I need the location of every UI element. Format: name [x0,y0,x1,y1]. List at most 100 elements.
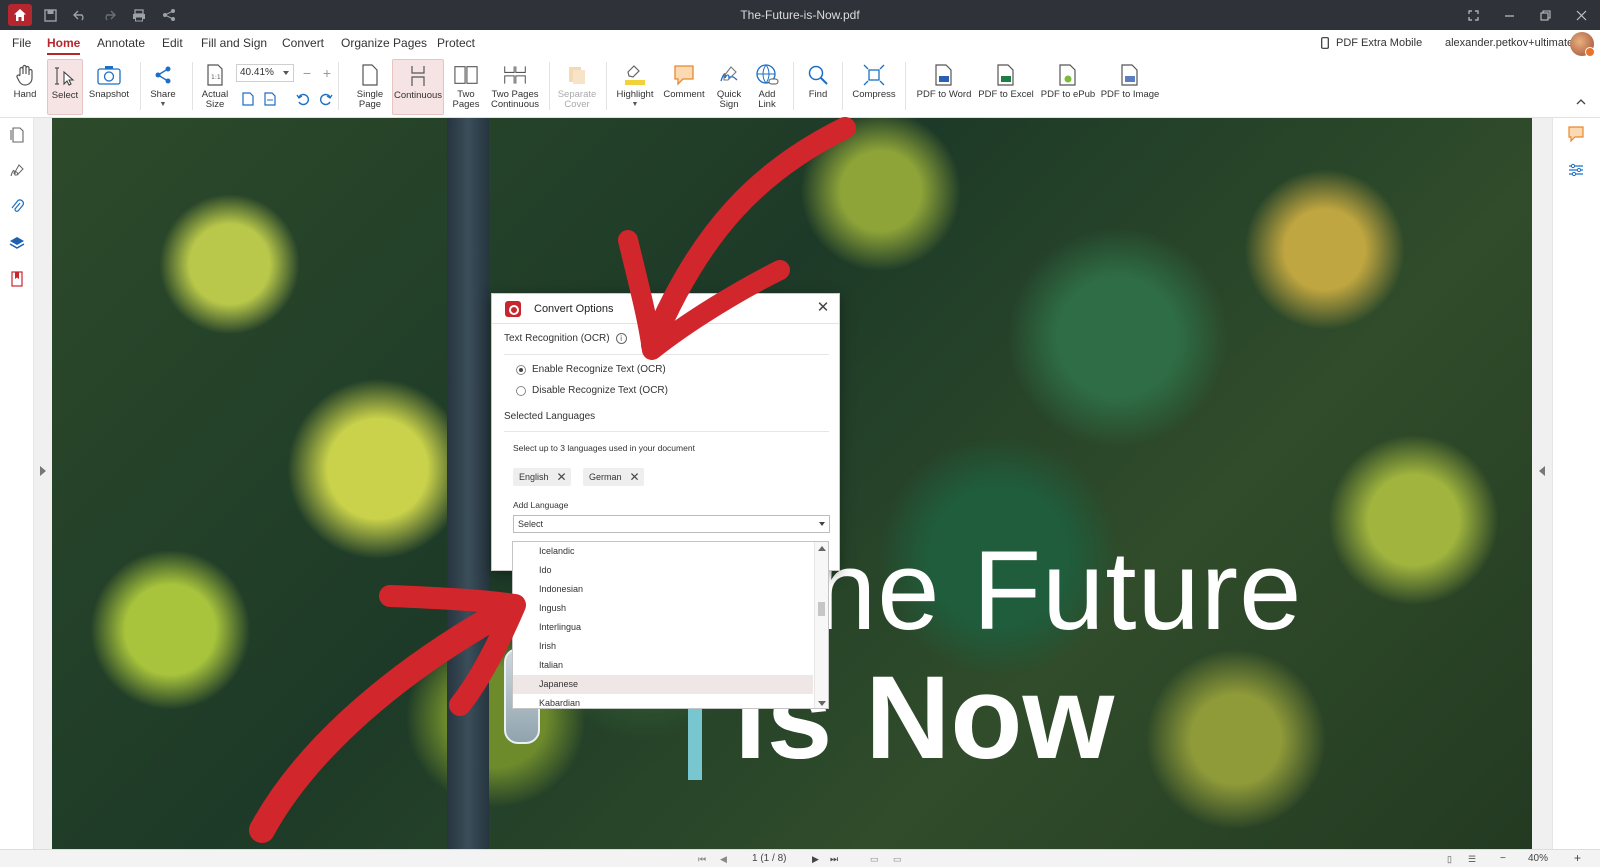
page-view-icon[interactable]: ▭ [870,854,880,864]
left-sidebar [0,118,34,849]
menu-protect[interactable]: Protect [437,36,475,50]
highlight-button[interactable]: Highlight ▼ [614,59,656,115]
separate-cover-icon [565,63,589,87]
disable-ocr-radio[interactable]: Disable Recognize Text (OCR) [516,385,668,396]
list-item[interactable]: Indonesian [513,580,813,599]
compress-icon [862,63,886,87]
list-item[interactable]: Interlingua [513,618,813,637]
languages-hint: Select up to 3 languages used in your do… [513,443,695,453]
list-item[interactable]: Irish [513,637,813,656]
comment-button[interactable]: Comment [662,59,706,115]
separator [549,62,550,110]
zoom-in-icon[interactable]: + [1574,851,1581,865]
add-link-label-2: Link [758,99,776,110]
list-item[interactable]: Ido [513,561,813,580]
pages-icon[interactable] [8,126,26,144]
dropdown-scrollbar[interactable] [814,542,828,708]
word-file-icon [932,63,956,87]
enable-ocr-radio[interactable]: Enable Recognize Text (OCR) [516,364,666,375]
link-icon [755,63,779,87]
list-item[interactable]: Kabardian [513,694,813,708]
separator [793,62,794,110]
page-view-alt-icon[interactable]: ▭ [893,854,903,864]
previous-page-icon[interactable]: ◀ [720,854,730,864]
single-page-label-2: Page [358,99,382,110]
scroll-down-icon[interactable] [818,701,826,706]
two-pages-label-2: Pages [452,99,480,110]
pdf-to-image-label: PDF to Image [1100,89,1160,100]
info-icon[interactable]: i [615,333,627,344]
remove-chip-icon[interactable]: ✕ [557,470,567,484]
window-title: The-Future-is-Now.pdf [740,8,860,22]
attachment-icon[interactable] [8,198,26,216]
disable-ocr-label: Disable Recognize Text (OCR) [532,385,668,396]
separate-cover-label-2: Cover [564,99,590,110]
pdf-to-excel-button[interactable]: PDF to Excel [978,59,1034,115]
layers-icon[interactable] [8,234,26,252]
avatar[interactable] [1570,32,1595,57]
minimize-icon[interactable] [1501,7,1517,23]
two-pages-continuous-button[interactable]: Two Pages Continuous [490,59,540,115]
two-pages-button[interactable]: Two Pages [450,59,482,115]
find-button[interactable]: Find [804,59,832,115]
two-pages-continuous-icon [503,63,527,87]
quick-sign-button[interactable]: Quick Sign [714,59,744,115]
convert-options-dialog: Convert Options ✕ Text Recognition (OCR)… [491,293,840,571]
pdf-to-image-button[interactable]: PDF to Image [1100,59,1160,115]
list-item-highlighted[interactable]: Japanese [513,675,813,694]
menu-fill-and-sign[interactable]: Fill and Sign [201,36,267,50]
language-select[interactable]: Select [513,515,830,533]
list-item[interactable]: Ingush [513,599,813,618]
status-zoom-value[interactable]: 40% [1528,853,1548,864]
comments-panel-icon[interactable] [1568,126,1584,145]
document-heading-line-1: he Future [814,528,1303,653]
left-panel-toggle[interactable] [34,118,52,849]
mobile-icon[interactable] [1321,37,1329,52]
quick-sign-label-2: Sign [719,99,739,110]
fullscreen-icon[interactable] [1465,7,1481,23]
bookmark-icon[interactable] [8,270,26,288]
pdf-extra-mobile-link[interactable]: PDF Extra Mobile [1336,37,1422,49]
menu-convert[interactable]: Convert [282,36,324,50]
dialog-close-icon[interactable]: ✕ [815,300,831,316]
next-page-icon[interactable]: ▶ [812,854,822,864]
continuous-view-icon[interactable]: ☰ [1468,854,1478,864]
last-page-icon[interactable]: ⏭ [830,854,840,864]
enable-ocr-label: Enable Recognize Text (OCR) [532,364,666,375]
menu-file[interactable]: File [12,36,31,50]
separator [338,62,339,110]
restore-icon[interactable] [1537,7,1553,23]
pdf-to-excel-label: PDF to Excel [978,89,1034,100]
remove-chip-icon[interactable]: ✕ [630,470,640,484]
radio-unselected[interactable] [516,385,526,396]
right-panel-toggle[interactable] [1532,118,1552,849]
separate-cover-button[interactable]: Separate Cover [557,59,597,115]
single-page-button[interactable]: Single Page [352,59,388,115]
radio-selected[interactable] [516,364,526,375]
find-label: Find [808,89,828,100]
single-page-view-icon[interactable]: ▯ [1447,854,1457,864]
properties-icon[interactable] [1568,162,1584,181]
pdf-to-epub-button[interactable]: PDF to ePub [1040,59,1096,115]
user-name[interactable]: alexander.petkov+ultimate [1445,37,1573,49]
add-link-button[interactable]: Add Link [752,59,782,115]
separator [842,62,843,110]
scrollbar-thumb[interactable] [818,602,825,616]
page-indicator[interactable]: 1 (1 / 8) [752,853,786,864]
signatures-icon[interactable] [8,162,26,180]
chip-label: German [589,472,622,482]
list-item[interactable]: Icelandic [513,542,813,561]
menu-home[interactable]: Home [47,36,81,55]
zoom-out-icon[interactable]: − [1500,853,1506,864]
compress-button[interactable]: Compress [852,59,896,115]
pdf-to-word-button[interactable]: PDF to Word [916,59,972,115]
list-item[interactable]: Italian [513,656,813,675]
scroll-up-icon[interactable] [818,546,826,551]
close-icon[interactable] [1573,7,1589,23]
menu-edit[interactable]: Edit [162,36,183,50]
continuous-button[interactable]: Continuous [392,59,444,115]
menu-organize-pages[interactable]: Organize Pages [341,36,427,50]
collapse-ribbon-icon[interactable] [1572,92,1590,110]
menu-annotate[interactable]: Annotate [97,36,145,50]
first-page-icon[interactable]: ⏮ [698,854,708,864]
